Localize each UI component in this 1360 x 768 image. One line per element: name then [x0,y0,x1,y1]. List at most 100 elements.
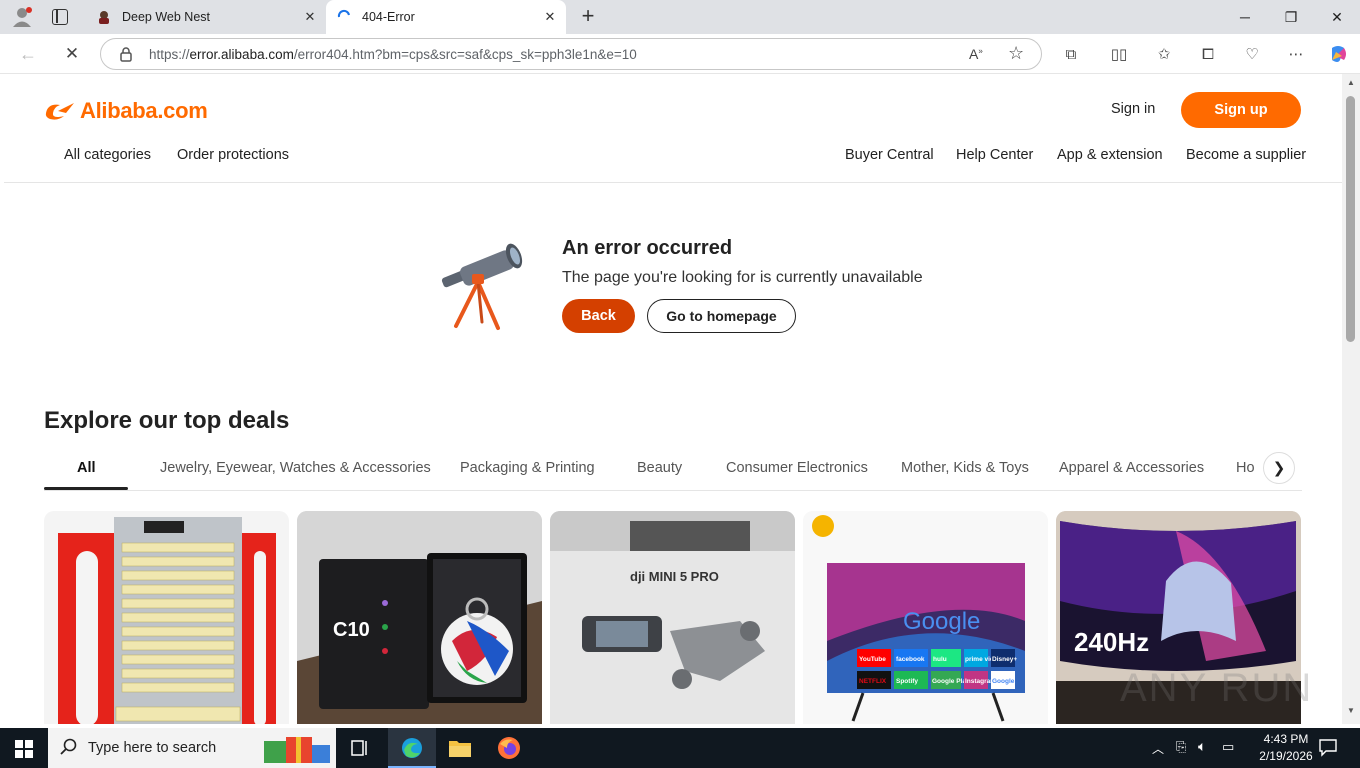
tab-favicon-icon [96,9,112,25]
scroll-up-icon[interactable]: ▲ [1347,78,1355,87]
search-icon [60,738,78,761]
tab-actions-icon[interactable] [52,9,68,25]
nav-all-categories[interactable]: All categories [64,147,151,163]
drone-box-image: dji MINI 5 PRO [550,511,795,724]
taskbar-search-placeholder: Type here to search [88,740,217,756]
browser-essentials-icon[interactable]: ♡ [1241,43,1263,65]
clock-time[interactable]: 4:43 PM [1256,732,1316,746]
nav-become-supplier[interactable]: Become a supplier [1186,147,1306,163]
category-tab-apparel[interactable]: Apparel & Accessories [1059,460,1204,476]
deal-card-drone[interactable]: dji MINI 5 PRO [550,511,795,724]
url-text[interactable]: https://error.alibaba.com/error404.htm?b… [149,47,637,62]
category-tab-packaging[interactable]: Packaging & Printing [460,460,595,476]
category-tab-mother-kids-toys[interactable]: Mother, Kids & Toys [901,460,1029,476]
drone-box-text: dji MINI 5 PRO [630,569,719,584]
category-tab-all[interactable]: All [77,460,96,476]
tv-screen-text: Google [903,608,980,635]
alibaba-logo-icon[interactable] [44,99,78,123]
windows-taskbar: Type here to search ︿ ⎘ 🔈︎ ▭ 4:43 PM 2/1… [0,728,1360,768]
page-content: Alibaba.com Sign in Sign up All categori… [4,74,1342,724]
deals-title: Explore our top deals [44,407,290,434]
restore-icon[interactable]: ❐ [1268,0,1314,34]
tv-app-disney: Disney+ [992,656,1017,663]
tab-404-error[interactable]: 404-Error ✕ [326,0,566,34]
tv-app-youtube: YouTube [859,656,886,663]
football-keychain-image: C10 [297,511,542,724]
tab-deep-web-nest[interactable]: Deep Web Nest ✕ [86,0,326,34]
nav-buyer-central[interactable]: Buyer Central [845,147,934,163]
back-arrow-icon[interactable]: ← [17,43,39,65]
split-screen-icon[interactable]: ▯▯ [1108,43,1130,65]
deal-card-football-keychain[interactable]: C10 [297,511,542,724]
tab-close-icon[interactable]: ✕ [542,9,558,25]
deal-card-smart-tv[interactable]: Google YouTube facebook hulu prime video… [803,511,1048,724]
favorites-icon[interactable]: ✩ [1153,43,1175,65]
notifications-icon[interactable] [1318,737,1338,757]
stop-loading-icon[interactable]: ✕ [61,43,83,65]
tray-overflow-icon[interactable]: ︿ [1152,740,1164,757]
nav-app-extension[interactable]: App & extension [1057,147,1163,163]
active-tab-underline [44,487,128,490]
favorite-star-icon[interactable]: ☆ [1008,43,1024,64]
file-explorer-icon[interactable] [448,738,472,758]
tab-title: 404-Error [362,10,415,24]
new-tab-icon[interactable]: + [578,5,598,27]
category-tabs: All Jewelry, Eyewear, Watches & Accessor… [44,454,1302,491]
category-tab-home[interactable]: Ho [1236,460,1255,476]
logo-text[interactable]: Alibaba.com [80,98,208,124]
nav-order-protections[interactable]: Order protections [177,147,289,163]
category-tab-jewelry[interactable]: Jewelry, Eyewear, Watches & Accessories [160,460,431,476]
task-view-icon[interactable] [350,738,370,758]
anyrun-watermark: ANY RUN [1120,666,1314,710]
egg-incubator-image [58,517,276,724]
telescope-icon [434,236,530,332]
nav-help-center[interactable]: Help Center [956,147,1033,163]
error-title: An error occurred [562,237,733,259]
keychain-box-text: C10 [333,619,370,641]
collections-icon[interactable]: ⧠ [1197,43,1219,65]
scrollbar-thumb[interactable] [1346,96,1355,342]
firefox-icon[interactable] [497,736,521,760]
page-scrollbar[interactable]: ▲ ▼ [1342,74,1360,724]
read-aloud-icon[interactable]: A» [969,46,983,62]
monitor-refresh-text: 240Hz [1074,627,1149,657]
edge-taskbar-icon[interactable] [388,728,436,768]
more-menu-icon[interactable]: ⋯ [1285,43,1307,65]
copilot-icon[interactable] [1327,43,1349,65]
taskbar-search-box[interactable]: Type here to search [48,728,336,768]
minimize-icon[interactable]: ─ [1222,0,1268,34]
tv-app-spotify: Spotify [896,678,918,685]
network-icon[interactable]: ⎘ [1176,739,1186,755]
tv-app-google: Google [992,678,1015,685]
clock-date[interactable]: 2/19/2026 [1250,749,1322,763]
deal-card-egg-incubator[interactable] [44,511,289,724]
profile-icon[interactable] [10,6,34,28]
tv-app-hulu: hulu [933,656,947,663]
tab-loading-icon [336,9,352,25]
chevron-right-icon[interactable]: ❯ [1263,452,1295,484]
sign-up-button[interactable]: Sign up [1181,92,1301,128]
volume-icon[interactable]: 🔈︎ [1198,738,1206,755]
tab-close-icon[interactable]: ✕ [302,9,318,25]
error-subtitle: The page you're looking for is currently… [562,269,923,286]
browser-toolbar: ← ✕ https://error.alibaba.com/error404.h… [0,34,1360,74]
back-button[interactable]: Back [562,299,635,333]
category-tab-beauty[interactable]: Beauty [637,460,682,476]
gift-icon [264,733,330,763]
scroll-down-icon[interactable]: ▼ [1347,706,1355,715]
close-window-icon[interactable]: ✕ [1314,0,1360,34]
go-to-homepage-button[interactable]: Go to homepage [647,299,796,333]
smart-tv-image: Google YouTube facebook hulu prime video… [803,511,1048,724]
extensions-icon[interactable]: ⧉ [1060,43,1082,65]
windows-start-icon[interactable] [15,740,33,758]
display-icon[interactable]: ▭ [1222,739,1234,755]
category-tab-consumer-electronics[interactable]: Consumer Electronics [726,460,868,476]
tv-app-facebook: facebook [896,656,925,663]
sign-in-link[interactable]: Sign in [1111,101,1155,117]
browser-tab-strip: Deep Web Nest ✕ 404-Error ✕ + ─ ❐ ✕ [0,0,1360,34]
tab-title: Deep Web Nest [122,10,211,24]
site-info-icon[interactable] [118,46,134,62]
tv-app-netflix: NETFLIX [859,678,887,685]
header-divider [4,182,1342,183]
address-bar[interactable]: https://error.alibaba.com/error404.htm?b… [100,38,1042,70]
